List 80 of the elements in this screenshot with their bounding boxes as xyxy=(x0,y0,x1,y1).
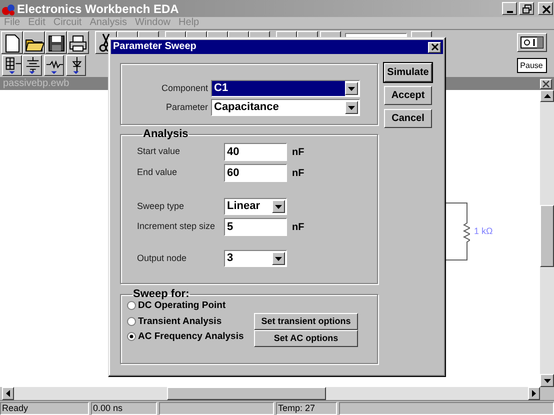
group-title: Analysis xyxy=(142,129,190,140)
scroll-down-button[interactable] xyxy=(540,374,554,387)
radio-option[interactable]: AC Frequency Analysis xyxy=(127,332,254,342)
resistor-label: 1 kΩ xyxy=(474,225,493,238)
close-icon xyxy=(542,80,550,88)
dropdown-button[interactable] xyxy=(345,101,358,114)
caret-icon xyxy=(275,256,282,260)
sources-button[interactable] xyxy=(22,55,42,76)
close-button[interactable] xyxy=(428,42,441,52)
field-label: Output node xyxy=(137,252,188,265)
radio-button[interactable] xyxy=(127,332,136,342)
value-field[interactable]: 60 xyxy=(224,164,287,182)
close-button[interactable] xyxy=(540,79,552,89)
open-button[interactable] xyxy=(23,31,45,54)
value-field[interactable]: 40 xyxy=(224,143,287,161)
scroll-thumb[interactable] xyxy=(167,387,326,400)
left-arrow-icon xyxy=(6,390,10,397)
dropdown-button[interactable] xyxy=(345,82,358,95)
app-logo-icon xyxy=(1,2,16,16)
scroll-right-button[interactable] xyxy=(528,387,540,400)
close-icon xyxy=(430,43,438,51)
parts-bin-button[interactable] xyxy=(2,55,22,76)
power-switch-icon xyxy=(520,36,544,49)
close-button[interactable] xyxy=(538,2,553,15)
print-button[interactable] xyxy=(67,31,89,54)
vertical-scrollbar[interactable] xyxy=(540,90,554,387)
status-temperature: Temp: 27 xyxy=(276,402,337,415)
field-label: Component xyxy=(160,82,209,95)
options-button[interactable]: Set AC options xyxy=(254,330,358,347)
radio-button[interactable] xyxy=(127,316,136,326)
field-label: Start value xyxy=(137,145,182,158)
unit-label: nF xyxy=(292,146,304,160)
close-icon xyxy=(540,2,552,14)
dropdown-button[interactable] xyxy=(272,200,285,213)
field-label: End value xyxy=(137,166,178,180)
radio-option[interactable]: Transient Analysis xyxy=(127,316,254,326)
new-file-button[interactable] xyxy=(1,31,23,54)
right-arrow-icon xyxy=(532,390,536,397)
value-dropdown[interactable]: 3 xyxy=(224,250,287,267)
dialog-button[interactable]: Cancel xyxy=(384,109,432,128)
minimize-button[interactable] xyxy=(502,2,517,15)
power-switch[interactable] xyxy=(516,33,546,52)
down-arrow-icon xyxy=(544,378,550,382)
unit-label: nF xyxy=(292,166,304,180)
dialog-title: Parameter Sweep xyxy=(113,42,196,52)
document-title: passivebp.ewb xyxy=(3,79,70,89)
pause-button[interactable]: Pause xyxy=(516,58,546,73)
dialog-button[interactable]: Accept xyxy=(384,86,432,105)
diodes-button[interactable] xyxy=(66,55,86,76)
parts-bin-icon xyxy=(3,56,21,76)
options-button[interactable]: Set transient options xyxy=(254,313,358,330)
dialog-button[interactable]: Simulate xyxy=(384,63,432,82)
radio-button[interactable] xyxy=(127,301,136,310)
up-arrow-icon xyxy=(544,94,550,98)
caret-icon xyxy=(275,204,282,208)
value-dropdown[interactable]: Linear xyxy=(224,198,287,215)
unit-label: nF xyxy=(292,220,304,234)
scroll-left-button[interactable] xyxy=(2,387,14,400)
caret-icon xyxy=(348,106,355,110)
window-title: Electronics Workbench EDA xyxy=(17,2,179,14)
field-label: Sweep type xyxy=(137,200,186,213)
status-message: Ready xyxy=(0,402,89,415)
radio-option[interactable]: DC Operating Point xyxy=(127,301,254,310)
restore-icon xyxy=(520,2,532,14)
status-time: 0.00 ns xyxy=(91,402,157,415)
printer-icon xyxy=(68,32,88,53)
dropdown-button[interactable] xyxy=(272,252,285,265)
group-title: Sweep for: xyxy=(132,289,190,300)
scroll-thumb[interactable] xyxy=(540,205,554,267)
component-dropdown[interactable]: C1 xyxy=(211,80,360,97)
save-button[interactable] xyxy=(45,31,67,54)
field-label: Parameter xyxy=(164,100,209,114)
restore-button[interactable] xyxy=(519,2,534,15)
parameter-dropdown[interactable]: Capacitance xyxy=(211,99,360,116)
scroll-up-button[interactable] xyxy=(540,90,554,102)
value-field[interactable]: 5 xyxy=(224,218,287,236)
minimize-icon xyxy=(506,11,512,13)
field-label: Increment step size xyxy=(137,220,216,234)
horizontal-scrollbar[interactable] xyxy=(2,387,540,400)
basic-parts-button[interactable] xyxy=(44,55,64,76)
